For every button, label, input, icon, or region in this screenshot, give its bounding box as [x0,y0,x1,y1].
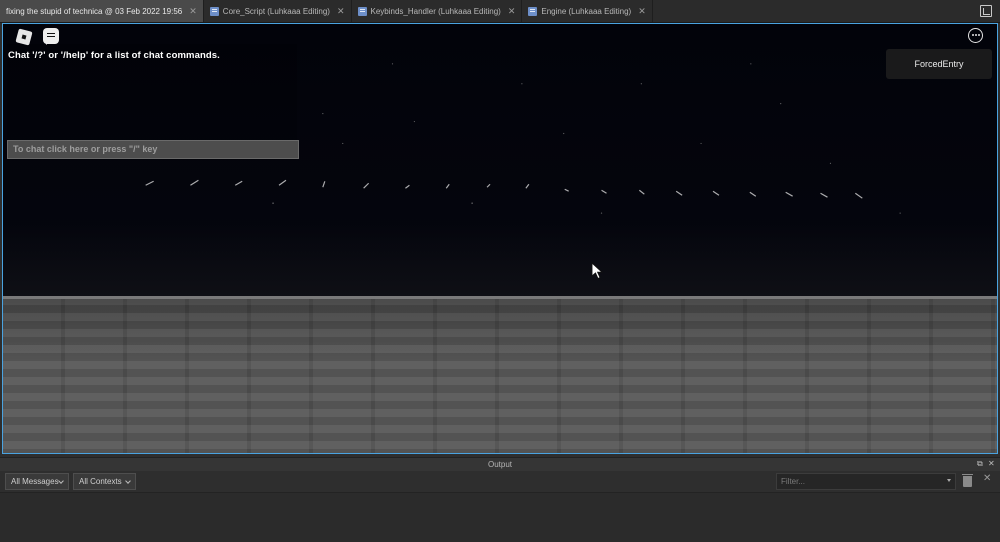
restore-icon[interactable]: ⧉ [977,459,983,469]
game-viewport[interactable]: Chat '/?' or '/help' for a list of chat … [2,23,998,454]
tab-label: Engine (Luhkaaa Editing) [541,6,632,16]
mouse-cursor-icon [591,262,604,280]
filter-placeholder: Filter... [781,477,806,486]
messages-filter-value: All Messages [11,477,59,486]
contexts-filter-dropdown[interactable]: All Contexts [73,473,136,490]
close-icon[interactable]: ✕ [988,459,995,468]
tab-label: fixing the stupid of technica @ 03 Feb 2… [6,6,183,16]
tab-label: Keybinds_Handler (Luhkaaa Editing) [370,6,501,16]
float-window-icon[interactable] [980,5,992,17]
player-list-entry[interactable]: ForcedEntry [886,49,992,79]
chevron-down-icon [58,478,64,484]
chevron-down-icon [125,478,131,484]
tab-label: Core_Script (Luhkaaa Editing) [222,6,330,16]
tab-engine[interactable]: Engine (Luhkaaa Editing) ✕ [522,0,653,22]
tab-keybinds-handler[interactable]: Keybinds_Handler (Luhkaaa Editing) ✕ [352,0,523,22]
script-icon [357,6,367,16]
contexts-filter-value: All Contexts [79,477,122,486]
close-icon[interactable]: ✕ [337,6,345,17]
close-icon[interactable]: ✕ [189,6,197,17]
output-title: Output [487,460,512,469]
more-options-icon[interactable] [968,28,983,43]
output-panel-header: Output [0,457,1000,471]
close-icon[interactable]: ✕ [638,6,646,17]
close-icon[interactable]: ✕ [983,473,991,484]
chat-toggle-icon[interactable] [43,28,59,45]
script-icon [209,6,219,16]
module-icon [528,6,538,16]
output-filter-input[interactable]: Filter... [776,473,956,490]
player-name: ForcedEntry [914,59,964,69]
tab-place[interactable]: fixing the stupid of technica @ 03 Feb 2… [0,0,204,22]
tab-bar: fixing the stupid of technica @ 03 Feb 2… [0,0,1000,23]
output-toolbar: All Messages All Contexts Filter... ✕ [0,471,1000,493]
clear-output-icon[interactable] [962,474,973,487]
filter-dropdown-icon[interactable] [947,479,951,482]
output-log[interactable] [0,493,1000,542]
close-icon[interactable]: ✕ [508,6,516,17]
chat-help-message: Chat '/?' or '/help' for a list of chat … [8,50,220,61]
messages-filter-dropdown[interactable]: All Messages [5,473,69,490]
chat-input[interactable]: To chat click here or press "/" key [7,140,299,159]
tab-core-script[interactable]: Core_Script (Luhkaaa Editing) ✕ [204,0,352,22]
